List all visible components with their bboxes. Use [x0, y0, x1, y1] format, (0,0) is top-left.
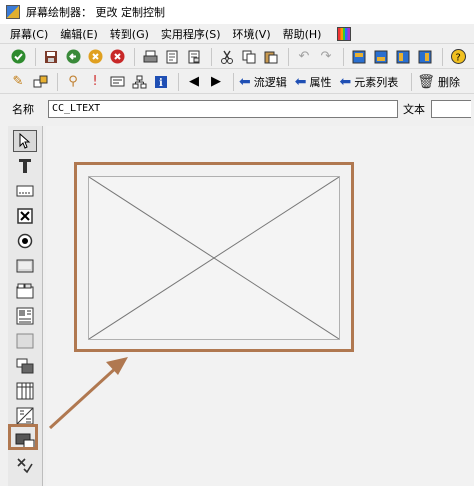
annotation-arrow — [48, 357, 128, 430]
